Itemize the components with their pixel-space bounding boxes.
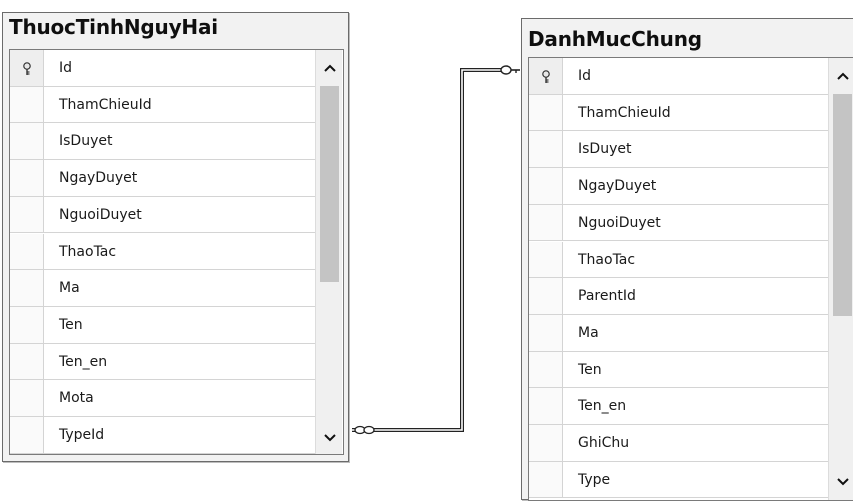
chevron-up-icon [323,57,336,76]
column-row[interactable]: ThamChieuId [10,86,315,124]
column-name: ThamChieuId [59,96,152,113]
key-cell [529,241,563,278]
column-name: Ten [578,361,602,378]
scrollbar-thumb[interactable] [833,94,852,316]
key-cell [529,58,563,94]
scrollbar-thumb[interactable] [320,86,339,282]
column-row[interactable]: Ma [529,314,828,352]
vertical-scrollbar[interactable] [315,50,342,454]
infinity-icon [354,425,375,435]
column-name: Ma [59,280,80,297]
column-name: NgayDuyet [578,178,657,195]
column-name: IsDuyet [59,133,113,150]
column-name: Mota [59,390,94,407]
column-row[interactable]: Type [529,461,828,499]
column-name: Ten_en [578,398,627,415]
column-name: ParentId [578,288,636,305]
key-cell [10,123,44,160]
key-cell [529,204,563,241]
column-row[interactable]: Ten [10,306,315,344]
column-name: ThamChieuId [578,104,671,121]
column-name: NguoiDuyet [578,214,661,231]
key-cell [529,388,563,424]
vertical-scrollbar[interactable] [828,58,853,500]
column-grid[interactable]: Id ThamChieuId IsDuyet NgayDuyet NguoiDuyet T… [528,57,853,501]
column-row[interactable]: Ma [10,270,315,307]
column-row[interactable]: Id [10,50,315,87]
column-row[interactable]: NgayDuyet [10,160,315,197]
key-cell [10,160,44,196]
key-cell [10,50,44,86]
column-row[interactable]: ThaoTac [529,241,828,279]
column-row[interactable]: NguoiDuyet [10,196,315,234]
column-name: Ten_en [59,353,108,370]
table-thuoctinhnguyhai[interactable]: ThuocTinhNguyHai Id ThamChieuId IsDuyet Nga… [2,12,349,462]
key-cell [529,278,563,314]
key-cell [529,94,563,131]
column-row[interactable]: NgayDuyet [529,168,828,205]
key-cell [529,425,563,461]
column-row[interactable]: IsDuyet [10,123,315,161]
chevron-up-icon [836,65,849,84]
column-name: ThaoTac [578,251,636,268]
scroll-down-button[interactable] [829,466,853,496]
column-name: NguoiDuyet [59,206,142,223]
column-row[interactable]: NguoiDuyet [529,204,828,242]
column-row[interactable]: Ten_en [10,343,315,381]
column-row[interactable]: ParentId [529,278,828,315]
key-cell [10,196,44,233]
column-name: NgayDuyet [59,170,138,187]
column-name: Ten [59,316,83,333]
column-row[interactable]: Mota [10,380,315,417]
column-name: IsDuyet [578,141,632,158]
column-row[interactable]: TypeId [10,417,315,454]
column-name: ThaoTac [59,243,117,260]
key-cell [10,306,44,343]
column-name: GhiChu [578,435,630,451]
key-icon [500,65,520,75]
column-row[interactable]: ThamChieuId [529,94,828,132]
chevron-down-icon [836,471,849,490]
scroll-up-button[interactable] [316,52,343,82]
key-cell [529,461,563,498]
key-cell [529,168,563,204]
column-row[interactable]: Id [529,58,828,95]
chevron-down-icon [323,427,336,446]
scroll-down-button[interactable] [316,422,343,452]
table-title: DanhMucChung [528,27,702,51]
column-name: Id [59,60,73,76]
key-cell [10,86,44,123]
column-row[interactable]: Ten_en [529,388,828,425]
key-cell [10,417,44,453]
key-cell [529,314,563,351]
column-row[interactable]: Ten [529,351,828,389]
primary-key-icon [540,69,552,83]
column-name: TypeId [59,427,105,443]
primary-key-icon [21,61,33,75]
key-cell [10,233,44,270]
column-row[interactable]: GhiChu [529,425,828,462]
column-name: Id [578,68,592,84]
column-name: Ma [578,324,599,341]
key-cell [10,380,44,416]
key-cell [10,343,44,380]
column-row[interactable]: ThaoTac [10,233,315,271]
column-name: Type [578,471,611,488]
table-danhmucchung[interactable]: DanhMucChung Id ThamChieuId IsDuyet NgayDuy… [521,18,853,501]
key-cell [529,351,563,388]
table-title: ThuocTinhNguyHai [9,15,218,39]
key-cell [529,131,563,168]
key-cell [10,270,44,306]
column-grid[interactable]: Id ThamChieuId IsDuyet NgayDuyet NguoiDuyet T… [9,49,344,455]
scroll-up-button[interactable] [829,60,853,90]
column-row[interactable]: IsDuyet [529,131,828,169]
